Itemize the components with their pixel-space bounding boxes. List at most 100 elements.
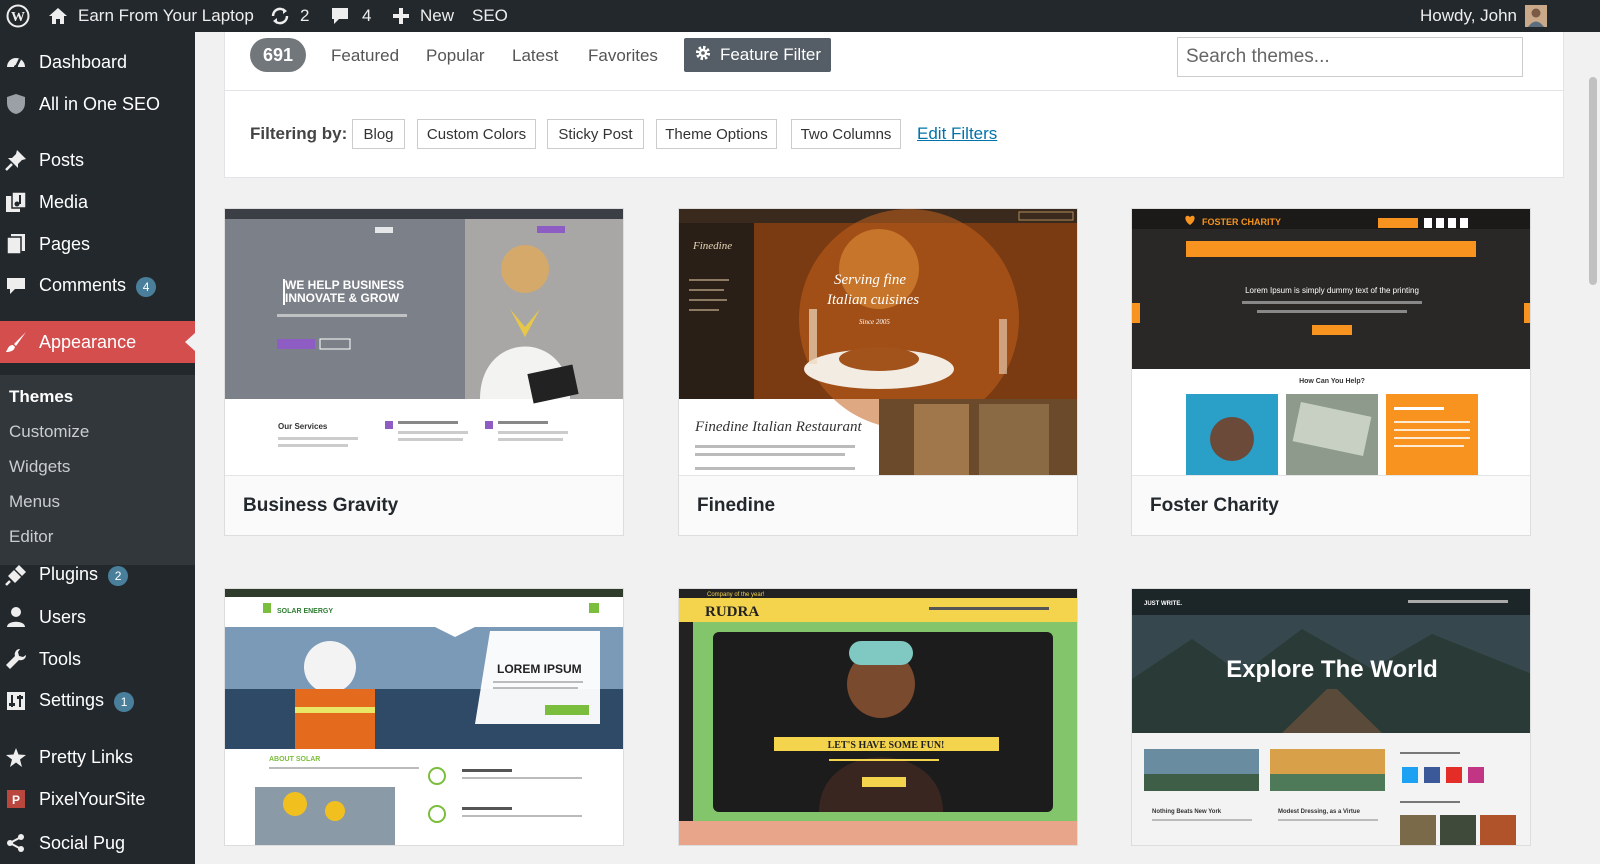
- comments-link[interactable]: 4: [330, 0, 371, 32]
- feature-filter-button[interactable]: Feature Filter: [684, 38, 831, 72]
- menu-appearance[interactable]: Appearance: [0, 321, 195, 363]
- fd-title: Finedine Italian Restaurant: [694, 419, 862, 435]
- menu-posts[interactable]: Posts: [0, 139, 195, 181]
- menu-label-wrap: Settings 1: [39, 690, 135, 712]
- filter-tag-blog[interactable]: Blog: [352, 119, 405, 149]
- fc-section: How Can You Help?: [1299, 378, 1365, 385]
- refresh-icon: [270, 6, 290, 26]
- menu-label: Social Pug: [39, 832, 126, 853]
- tab-popular[interactable]: Popular: [426, 46, 485, 66]
- submenu-editor[interactable]: Editor: [9, 527, 53, 547]
- rudra-logo: RUDRA: [705, 604, 759, 620]
- pages-icon: [5, 233, 27, 255]
- menu-pixelyoursite[interactable]: P PixelYourSite: [0, 778, 195, 820]
- star-icon: [5, 746, 27, 768]
- rudra-tagline: Company of the year!: [707, 592, 765, 598]
- updates-count: 2: [300, 6, 310, 25]
- page-scrollbar[interactable]: [1586, 32, 1600, 864]
- tab-favorites[interactable]: Favorites: [588, 46, 658, 66]
- theme-card-business-gravity[interactable]: WE HELP BUSINESS INNOVATE & GROW Our Ser…: [224, 208, 624, 536]
- account-menu[interactable]: Howdy, John: [1420, 0, 1548, 32]
- menu-label: Settings: [39, 690, 105, 711]
- menu-label: Posts: [39, 149, 85, 170]
- theme-screenshot: JUST WRITE. Explore The World Nothing Be…: [1132, 589, 1530, 845]
- menu-social-pug[interactable]: Social Pug: [0, 822, 195, 864]
- theme-name: Business Gravity: [225, 475, 623, 535]
- menu-media[interactable]: Media: [0, 181, 195, 223]
- new-content-link[interactable]: New: [392, 0, 454, 32]
- menu-label: Comments: [39, 275, 127, 296]
- solar-section: ABOUT SOLAR: [269, 756, 320, 763]
- filter-divider: [225, 90, 1563, 91]
- jw-headline: Explore The World: [1226, 656, 1438, 683]
- main-content: 691 Featured Popular Latest Favorites Fe…: [195, 32, 1600, 864]
- fd-since: Since 2005: [859, 318, 890, 326]
- submenu-menus[interactable]: Menus: [9, 492, 60, 512]
- theme-screenshot: Company of the year! RUDRA LET'S HAVE SO…: [679, 589, 1077, 845]
- settings-badge: 1: [114, 691, 135, 712]
- menu-settings[interactable]: Settings 1: [0, 680, 195, 722]
- menu-label: Tools: [39, 648, 82, 669]
- theme-card-just-write[interactable]: JUST WRITE. Explore The World Nothing Be…: [1131, 588, 1531, 846]
- wrench-icon: [5, 648, 27, 670]
- fd-logo: Finedine: [692, 240, 732, 252]
- menu-label-wrap: Comments 4: [39, 275, 157, 297]
- menu-dashboard[interactable]: Dashboard: [0, 41, 195, 83]
- fd-headline-1: Serving fine: [834, 272, 906, 288]
- submenu-themes[interactable]: Themes: [9, 387, 73, 407]
- tab-latest[interactable]: Latest: [512, 46, 558, 66]
- search-themes-input[interactable]: [1177, 37, 1523, 77]
- theme-card-solar-energy[interactable]: SOLAR ENERGY LOREM IPSUM ABOUT SOLAR: [224, 588, 624, 846]
- theme-screenshot: Finedine Serving fine Italian cuisines S…: [679, 209, 1077, 475]
- menu-label: Plugins: [39, 564, 99, 585]
- gear-icon: [694, 44, 712, 67]
- menu-pretty-links[interactable]: Pretty Links: [0, 736, 195, 778]
- jw-post1: Nothing Beats New York: [1152, 809, 1222, 815]
- seo-menu-link[interactable]: SEO: [472, 0, 508, 32]
- comments-badge: 4: [136, 276, 157, 297]
- theme-name: Foster Charity: [1132, 475, 1530, 535]
- menu-tools[interactable]: Tools: [0, 638, 195, 680]
- tab-featured[interactable]: Featured: [331, 46, 399, 66]
- menu-label: Pages: [39, 233, 91, 254]
- submenu-widgets[interactable]: Widgets: [9, 457, 70, 477]
- filter-tag-sticky-post[interactable]: Sticky Post: [547, 119, 644, 149]
- shield-icon: [5, 93, 27, 115]
- theme-screenshot: WE HELP BUSINESS INNOVATE & GROW Our Ser…: [225, 209, 623, 475]
- user-icon: [5, 606, 27, 628]
- bg-headline-line2: INNOVATE & GROW: [285, 291, 400, 305]
- site-name: Earn From Your Laptop: [78, 6, 254, 25]
- filter-tag-theme-options[interactable]: Theme Options: [656, 119, 777, 149]
- fc-headline: Lorem Ipsum is simply dummy text of the …: [1245, 286, 1419, 295]
- theme-card-rudra[interactable]: Company of the year! RUDRA LET'S HAVE SO…: [678, 588, 1078, 846]
- filter-tag-custom-colors[interactable]: Custom Colors: [417, 119, 536, 149]
- wordpress-logo-icon[interactable]: W: [6, 0, 30, 32]
- menu-comments[interactable]: Comments 4: [0, 265, 195, 307]
- filter-tag-two-columns[interactable]: Two Columns: [791, 119, 901, 149]
- theme-card-foster-charity[interactable]: FOSTER CHARITY Lorem Ipsum is simply dum…: [1131, 208, 1531, 536]
- home-icon: [48, 7, 68, 25]
- jw-logo: JUST WRITE.: [1144, 601, 1182, 607]
- site-name-link[interactable]: Earn From Your Laptop: [48, 0, 254, 32]
- pin-icon: [5, 149, 27, 171]
- plus-icon: [392, 7, 410, 25]
- menu-all-in-one-seo[interactable]: All in One SEO: [0, 83, 195, 125]
- bg-section-title: Our Services: [278, 422, 328, 431]
- menu-pages[interactable]: Pages: [0, 223, 195, 265]
- updates-link[interactable]: 2: [270, 0, 309, 32]
- admin-bar: W Earn From Your Laptop 2 4 New SEO Howd…: [0, 0, 1600, 32]
- menu-users[interactable]: Users: [0, 596, 195, 638]
- pixel-icon: P: [5, 788, 27, 810]
- menu-label: Media: [39, 191, 89, 212]
- svg-text:P: P: [12, 793, 20, 807]
- edit-filters-link[interactable]: Edit Filters: [917, 124, 997, 144]
- theme-filter-bar: 691 Featured Popular Latest Favorites Fe…: [224, 32, 1564, 178]
- submenu-customize[interactable]: Customize: [9, 422, 89, 442]
- dashboard-icon: [5, 51, 27, 73]
- theme-card-finedine[interactable]: Finedine Serving fine Italian cuisines S…: [678, 208, 1078, 536]
- new-label: New: [420, 6, 455, 25]
- solar-logo: SOLAR ENERGY: [277, 608, 333, 615]
- feature-filter-label: Feature Filter: [719, 45, 822, 64]
- theme-name: Finedine: [679, 475, 1077, 535]
- scrollbar-thumb[interactable]: [1589, 77, 1597, 285]
